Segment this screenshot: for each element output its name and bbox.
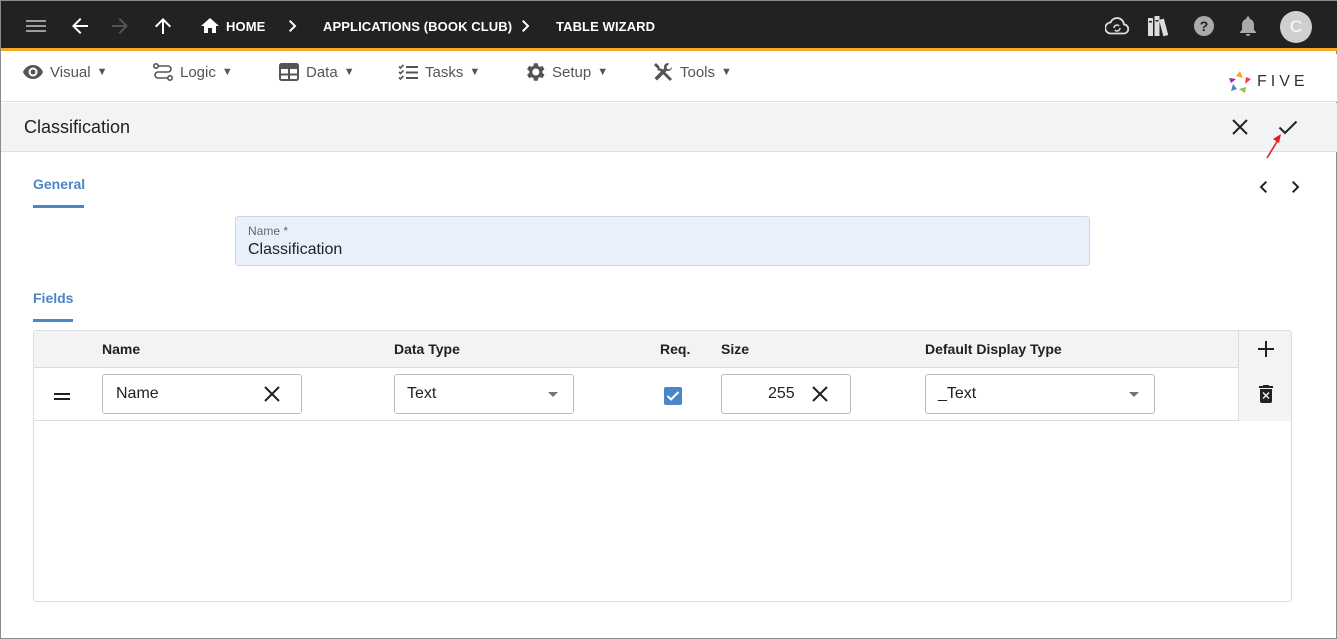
- delete-row-icon[interactable]: [1259, 385, 1273, 408]
- avatar[interactable]: C: [1280, 11, 1312, 43]
- field-name-input[interactable]: Name: [102, 374, 302, 414]
- chevron-right-icon: [518, 1, 534, 51]
- menu-tasks[interactable]: Tasks ▼: [398, 62, 480, 82]
- menu-setup[interactable]: Setup ▼: [525, 62, 608, 82]
- eye-icon: [23, 65, 43, 79]
- chevron-right-icon: [285, 1, 301, 51]
- menu-logic[interactable]: Logic ▼: [153, 62, 233, 82]
- forward-arrow-icon[interactable]: [107, 1, 133, 51]
- data-type-value: Text: [407, 385, 437, 402]
- data-type-select[interactable]: Text: [394, 374, 574, 414]
- svg-text:?: ?: [1200, 18, 1209, 34]
- breadcrumb-home[interactable]: HOME: [226, 1, 265, 51]
- menu-setup-label: Setup: [552, 63, 592, 81]
- caret-down-icon: ▼: [597, 66, 609, 78]
- wrench-icon: [654, 62, 673, 81]
- flow-icon: [153, 63, 173, 81]
- menu-visual-label: Visual: [50, 63, 91, 81]
- tab-general[interactable]: General: [33, 176, 85, 192]
- column-header-display-type: Default Display Type: [925, 341, 1062, 357]
- chevron-right-icon[interactable]: [1284, 175, 1308, 199]
- size-input[interactable]: 255: [721, 374, 851, 414]
- chevron-left-icon[interactable]: [1251, 175, 1275, 199]
- bell-icon[interactable]: [1235, 1, 1261, 51]
- menu-data-label: Data: [306, 63, 338, 81]
- tab-general-indicator: [33, 205, 84, 208]
- dropdown-arrow-icon: [548, 392, 558, 397]
- close-icon[interactable]: [1228, 115, 1252, 139]
- column-header-name: Name: [102, 341, 141, 357]
- top-app-bar: HOME APPLICATIONS (BOOK CLUB) TABLE WIZA…: [1, 1, 1337, 51]
- menu-logic-label: Logic: [180, 63, 216, 81]
- up-arrow-icon[interactable]: [150, 1, 176, 51]
- cloud-sync-icon[interactable]: [1104, 1, 1130, 51]
- menu-bar: Visual ▼ Logic ▼ Data ▼ Tasks ▼ Setup ▼ Tools…: [1, 54, 1337, 102]
- gear-icon: [527, 63, 545, 81]
- menu-tools-label: Tools: [680, 63, 716, 81]
- menu-icon[interactable]: [23, 1, 49, 51]
- grid-header: Name Data Type Req. Size Default Display…: [34, 331, 1291, 368]
- caret-down-icon: ▼: [469, 66, 481, 78]
- table-row: Name Text 255 _Text: [34, 368, 1291, 421]
- clear-icon[interactable]: [811, 385, 829, 403]
- table-icon: [279, 63, 299, 81]
- menu-data[interactable]: Data ▼: [279, 62, 355, 82]
- name-field-value[interactable]: Classification: [248, 241, 342, 259]
- column-header-data-type: Data Type: [394, 341, 460, 357]
- logo-text: FIVE: [1257, 73, 1309, 90]
- menu-tools[interactable]: Tools ▼: [653, 62, 732, 82]
- clear-icon[interactable]: [263, 385, 281, 403]
- page-title: Classification: [24, 117, 131, 137]
- five-logo: FIVE: [1228, 70, 1309, 94]
- caret-down-icon: ▼: [343, 66, 355, 78]
- breadcrumb-table-wizard: TABLE WIZARD: [556, 18, 656, 34]
- name-field-label: Name *: [248, 224, 289, 238]
- add-row-icon[interactable]: [1258, 341, 1274, 362]
- dropdown-arrow-icon: [1129, 392, 1139, 397]
- tab-fields[interactable]: Fields: [33, 290, 73, 306]
- display-type-select[interactable]: _Text: [925, 374, 1155, 414]
- field-name-value: Name: [116, 385, 159, 402]
- help-icon[interactable]: ?: [1191, 1, 1217, 51]
- required-checkbox[interactable]: [664, 387, 682, 405]
- home-icon[interactable]: [200, 1, 220, 51]
- five-logo-icon: [1229, 71, 1251, 93]
- menu-visual[interactable]: Visual ▼: [23, 62, 107, 82]
- form-header: Classification: [1, 103, 1337, 152]
- breadcrumb-applications[interactable]: APPLICATIONS (BOOK CLUB): [323, 1, 512, 51]
- name-field[interactable]: Name * Classification: [235, 216, 1090, 266]
- caret-down-icon: ▼: [96, 66, 108, 78]
- annotation-arrow-icon: [1266, 134, 1281, 159]
- grid-actions-column: [1238, 331, 1291, 421]
- tab-fields-indicator: [33, 319, 73, 322]
- drag-handle-icon[interactable]: [54, 388, 70, 406]
- library-icon[interactable]: [1146, 1, 1172, 51]
- size-value: 255: [768, 385, 795, 402]
- column-header-required: Req.: [660, 341, 691, 357]
- checklist-icon: [398, 64, 418, 80]
- column-header-size: Size: [721, 341, 750, 357]
- caret-down-icon: ▼: [221, 66, 233, 78]
- caret-down-icon: ▼: [721, 66, 732, 78]
- back-arrow-icon[interactable]: [67, 1, 93, 51]
- menu-tasks-label: Tasks: [425, 63, 464, 81]
- fields-grid: Name Data Type Req. Size Default Display…: [33, 330, 1292, 602]
- display-type-value: _Text: [938, 385, 977, 402]
